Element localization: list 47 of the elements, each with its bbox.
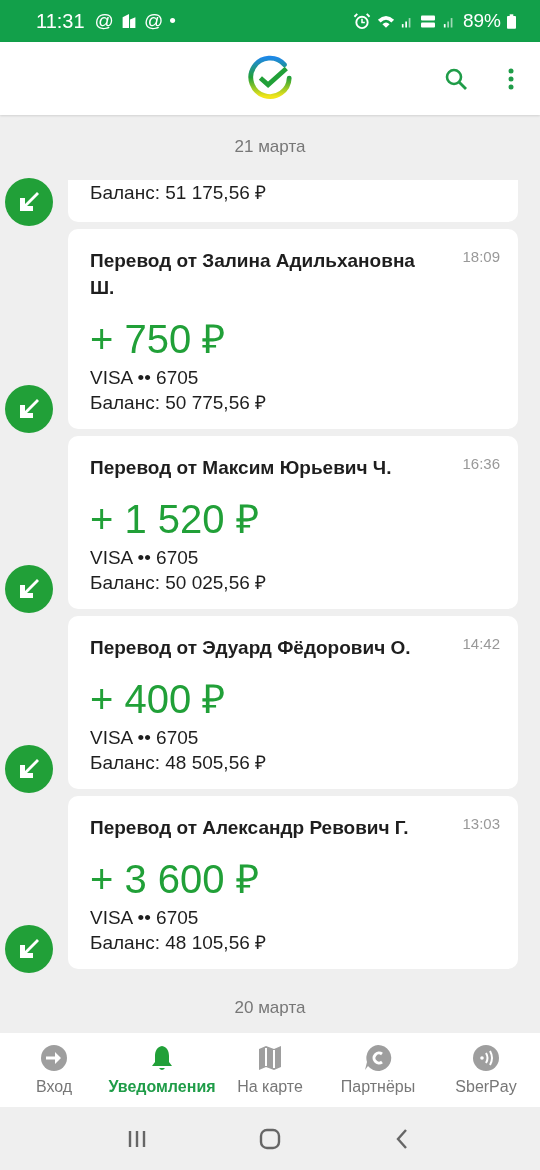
transaction-time: 14:42 — [462, 634, 500, 654]
balance-text: Баланс: 48 505,56 ₽ — [90, 751, 267, 775]
transaction-title: Перевод от Максим Юрьевич Ч. — [90, 456, 392, 480]
card-number: VISA •• 6705 — [90, 366, 199, 390]
notification-glyph: • — [169, 10, 176, 32]
transaction-card[interactable]: Баланс: 51 175,56 ₽ — [68, 180, 518, 222]
partners-icon — [364, 1044, 392, 1072]
more-icon[interactable] — [508, 67, 514, 91]
transaction-title: Перевод от Залина Адильхановна Ш. — [90, 249, 416, 300]
transaction-card[interactable]: Перевод от Залина Адильхановна Ш. 18:09 + 750 ₽ VISA •• 6705 Баланс: 50 775,56 ₽ — [68, 229, 518, 429]
amount-text: + 750 ₽ — [90, 316, 226, 363]
home-icon[interactable] — [258, 1126, 282, 1151]
transaction-card[interactable]: Перевод от Максим Юрьевич Ч. 16:36 + 1 520 ₽ VISA •• 6705 Баланс: 50 025,56 ₽ — [68, 436, 518, 609]
date-label: 20 марта — [233, 997, 307, 1019]
amount-text: + 3 600 ₽ — [90, 856, 259, 903]
contactless-icon — [472, 1044, 500, 1072]
card-number: VISA •• 6705 — [90, 906, 199, 930]
battery-icon — [507, 13, 516, 29]
transaction-time: 16:36 — [462, 454, 500, 474]
notification-glyph: @ — [143, 10, 164, 32]
card-number: VISA •• 6705 — [90, 546, 199, 570]
nav-tab[interactable]: SberPay — [432, 1033, 540, 1107]
nav-tab[interactable]: Уведомления — [108, 1033, 216, 1107]
battery-percent: 89% — [462, 10, 501, 32]
enter-icon — [40, 1044, 68, 1072]
transaction-time: 18:09 — [462, 247, 500, 267]
notification-glyph: @ — [94, 10, 114, 32]
balance-text: Баланс: 50 025,56 ₽ — [90, 571, 267, 595]
search-icon[interactable] — [444, 67, 468, 91]
balance-text: Баланс: 48 105,56 ₽ — [90, 931, 267, 955]
transaction-title: Перевод от Эдуард Фёдорович О. — [90, 636, 411, 660]
nav-tab[interactable]: На карте — [216, 1033, 324, 1107]
map-icon — [256, 1044, 284, 1072]
amount-text: + 400 ₽ — [90, 676, 226, 723]
transaction-card[interactable]: Перевод от Эдуард Фёдорович О. 14:42 + 400 ₽ VISA •• 6705 Баланс: 48 505,56 ₽ — [68, 616, 518, 789]
date-label: 21 марта — [233, 136, 307, 158]
alarm-icon — [352, 12, 371, 30]
transaction-time: 13:03 — [462, 814, 500, 834]
amount-text: + 1 520 ₽ — [90, 496, 259, 543]
card-number: VISA •• 6705 — [90, 726, 199, 750]
balance-text: Баланс: 50 775,56 ₽ — [90, 391, 267, 415]
transaction-card[interactable]: Перевод от Александр Ревович Г. 13:03 + 3 600 ₽ VISA •• 6705 Баланс: 48 105,56 ₽ — [68, 796, 518, 969]
nav-tab[interactable]: Вход — [0, 1033, 108, 1107]
transaction-title: Перевод от Александр Ревович Г. — [90, 816, 409, 840]
status-time: 11:31 — [36, 9, 85, 33]
nav-tab[interactable]: Партнёры — [324, 1033, 432, 1107]
balance-text: Баланс: 51 175,56 ₽ — [90, 181, 267, 205]
